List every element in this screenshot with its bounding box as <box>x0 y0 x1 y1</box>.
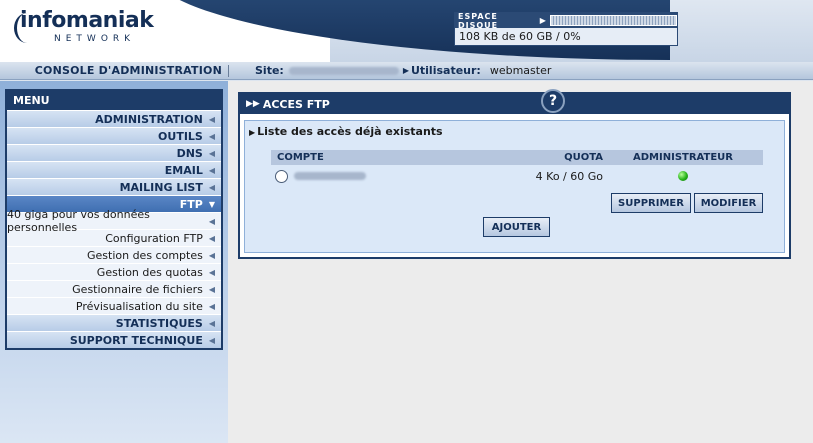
disk-label-row: ESPACE DISQUE ▶ <box>455 11 677 30</box>
chevron-left-icon: ◀ <box>208 318 215 328</box>
account-cell <box>271 169 471 183</box>
col-quota: QUOTA <box>564 152 603 163</box>
menu-item[interactable]: SUPPORT TECHNIQUE ◀ <box>7 331 221 348</box>
menu-item-label: 40 giga pour vos données personnelles <box>7 208 150 234</box>
menu-item-label: MAILING LIST <box>119 180 203 194</box>
top-bar: CONSOLE D'ADMINISTRATION Site: ▶ Utilisa… <box>0 62 813 80</box>
menu-item[interactable]: OUTILS ◀ <box>7 127 221 144</box>
chevron-left-icon: ◀ <box>208 301 215 311</box>
disk-usage-bar <box>549 15 677 26</box>
chevron-left-icon: ◀ <box>208 233 215 243</box>
chevron-left-icon: ◀ <box>208 267 215 277</box>
disk-usage-value: 108 KB de 60 GB / 0% <box>459 30 581 43</box>
col-account: COMPTE <box>277 152 324 163</box>
panel-header: ▶▶ ACCES FTP <box>240 94 789 114</box>
menu-item-label: STATISTIQUES <box>115 316 203 330</box>
chevron-down-icon: ▼ <box>208 199 215 209</box>
chevron-left-icon: ◀ <box>208 131 215 141</box>
menu-item-label: Gestion des quotas <box>96 265 203 279</box>
account-name-redacted <box>294 172 366 180</box>
menu-item[interactable]: 40 giga pour vos données personnelles ◀ <box>7 208 221 234</box>
menu-items: ADMINISTRATION ◀ OUTILS ◀ DNS ◀ EMAIL ◀ MAILING … <box>7 110 221 348</box>
menu-item[interactable]: Gestion des quotas ◀ <box>7 263 221 280</box>
side-menu: MENU ADMINISTRATION ◀ OUTILS ◀ DNS ◀ EMAIL ◀ MAI… <box>5 89 223 350</box>
left-column: MENU ADMINISTRATION ◀ OUTILS ◀ DNS ◀ EMAIL ◀ MAI… <box>0 81 228 443</box>
chevron-left-icon: ◀ <box>208 335 215 345</box>
panel-title: ACCES FTP <box>262 97 330 111</box>
chevron-left-icon: ◀ <box>208 182 215 192</box>
arrow-right-icon: ▶ <box>539 16 546 25</box>
user-label: Utilisateur: <box>410 64 481 77</box>
help-icon[interactable]: ? <box>541 89 565 113</box>
col-admin: ADMINISTRATEUR <box>633 152 733 163</box>
menu-item-label: Gestion des comptes <box>86 248 203 262</box>
menu-item-label: SUPPORT TECHNIQUE <box>69 333 203 347</box>
menu-item[interactable]: Prévisualisation du site ◀ <box>7 297 221 314</box>
infomaniak-logo[interactable]: infomaniak NETWORK <box>14 8 154 50</box>
menu-item-label: DNS <box>176 146 203 160</box>
table-header: COMPTE QUOTA ADMINISTRATEUR <box>271 150 763 165</box>
menu-item[interactable]: ADMINISTRATION ◀ <box>7 110 221 127</box>
delete-button[interactable]: SUPPRIMER <box>611 193 691 213</box>
chevron-left-icon: ◀ <box>208 165 215 175</box>
logo-word: infomaniak <box>20 8 154 33</box>
menu-item-label: Gestionnaire de fichiers <box>72 282 203 296</box>
menu-item[interactable]: Gestion des comptes ◀ <box>7 246 221 263</box>
site-value-redacted <box>288 66 399 75</box>
menu-item[interactable]: EMAIL ◀ <box>7 161 221 178</box>
site-label: Site: <box>255 64 284 77</box>
accounts-table: COMPTE QUOTA ADMINISTRATEUR 4 Ko / 60 Go <box>271 150 763 187</box>
menu-item-label: OUTILS <box>158 129 203 143</box>
edit-button[interactable]: MODIFIER <box>694 193 763 213</box>
ftp-access-panel: ▶▶ ACCES FTP ▶ Liste des accès déjà exist… <box>238 92 791 259</box>
status-green-icon <box>678 171 688 181</box>
separator <box>228 64 229 77</box>
menu-title: MENU <box>7 91 221 110</box>
menu-item[interactable]: STATISTIQUES ◀ <box>7 314 221 331</box>
chevron-left-icon: ◀ <box>208 250 215 260</box>
arrow-right-icon: ▶ <box>249 128 256 137</box>
menu-item[interactable]: Gestionnaire de fichiers ◀ <box>7 280 221 297</box>
table-row: 4 Ko / 60 Go <box>271 165 763 187</box>
accounts-box: ▶ Liste des accès déjà existants COMPTE Q… <box>244 120 785 253</box>
logo-sub: NETWORK <box>54 34 136 44</box>
menu-item-label: Configuration FTP <box>105 231 203 245</box>
menu-item-label: ADMINISTRATION <box>95 112 203 126</box>
account-radio[interactable] <box>275 169 288 183</box>
double-arrow-icon: ▶▶ <box>246 99 260 109</box>
console-title: CONSOLE D'ADMINISTRATION <box>34 64 222 77</box>
chevron-left-icon: ◀ <box>208 148 215 158</box>
menu-item[interactable]: DNS ◀ <box>7 144 221 161</box>
user-value: webmaster <box>489 64 552 77</box>
menu-item[interactable]: MAILING LIST ◀ <box>7 178 221 195</box>
add-button[interactable]: AJOUTER <box>483 217 550 237</box>
main-area: ▶▶ ACCES FTP ▶ Liste des accès déjà exist… <box>228 81 813 443</box>
disk-label: ESPACE DISQUE <box>458 11 499 30</box>
app-header: infomaniak NETWORK ESPACE DISQUE ▶ 108 K… <box>0 0 813 62</box>
chevron-left-icon: ◀ <box>208 216 215 226</box>
menu-item-label: Prévisualisation du site <box>75 299 203 313</box>
admin-cell <box>603 171 763 181</box>
menu-item-label: EMAIL <box>164 163 203 177</box>
arrow-right-icon: ▶ <box>402 66 409 75</box>
quota-cell: 4 Ko / 60 Go <box>535 169 603 183</box>
accounts-subtitle: ▶ Liste des accès déjà existants <box>249 125 443 138</box>
chevron-left-icon: ◀ <box>208 284 215 294</box>
disk-usage-box: ESPACE DISQUE ▶ 108 KB de 60 GB / 0% <box>454 12 678 46</box>
chevron-left-icon: ◀ <box>208 114 215 124</box>
